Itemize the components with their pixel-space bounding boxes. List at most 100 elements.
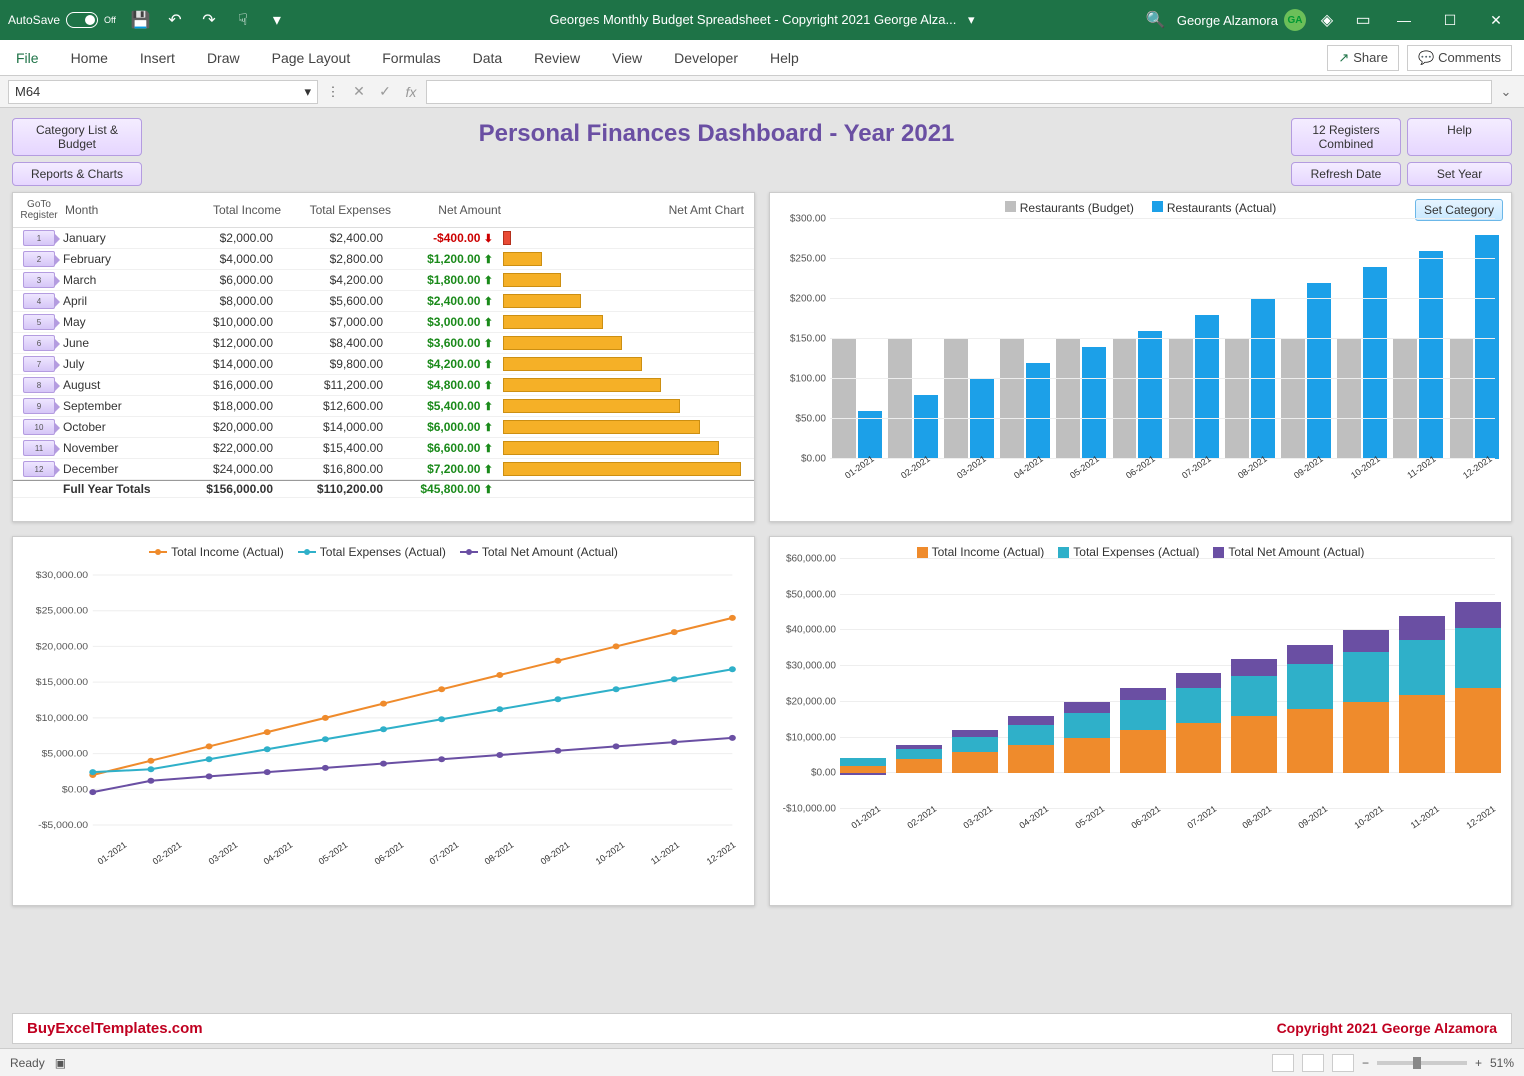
legend-swatch-expenses	[1058, 547, 1069, 558]
month-cell: October	[63, 420, 173, 434]
comments-icon: 💬	[1418, 50, 1434, 66]
fx-icon[interactable]: fx	[400, 84, 422, 100]
svg-text:$30,000.00: $30,000.00	[36, 571, 89, 581]
registers-combined-button[interactable]: 12 Registers Combined	[1291, 118, 1401, 156]
goto-register-button[interactable]: 8	[23, 377, 55, 393]
set-year-button[interactable]: Set Year	[1407, 162, 1512, 186]
goto-register-button[interactable]: 1	[23, 230, 55, 246]
ribbon-display-icon[interactable]: ▭	[1348, 5, 1378, 35]
stacked-bar	[1455, 559, 1501, 809]
tab-data[interactable]: Data	[469, 44, 507, 72]
bar-pair	[830, 339, 883, 459]
minimize-button[interactable]: —	[1384, 0, 1424, 40]
bar-pair	[942, 339, 995, 459]
stacked-bar	[896, 559, 942, 809]
diamond-icon[interactable]: ◈	[1312, 5, 1342, 35]
goto-register-button[interactable]: 10	[23, 419, 55, 435]
table-row: 4 April $8,000.00 $5,600.00 $2,400.00 ⬆	[13, 291, 754, 312]
expand-formula-icon[interactable]: ⌄	[1496, 84, 1516, 100]
tab-draw[interactable]: Draw	[203, 44, 244, 72]
enter-formula-icon[interactable]: ✓	[374, 83, 396, 100]
goto-register-button[interactable]: 7	[23, 356, 55, 372]
goto-register-button[interactable]: 4	[23, 293, 55, 309]
svg-text:$25,000.00: $25,000.00	[36, 606, 89, 616]
expenses-cell: $15,400.00	[283, 441, 393, 455]
redo-icon[interactable]: ↷	[194, 5, 224, 35]
zoom-in-icon[interactable]: +	[1475, 1056, 1482, 1070]
page-layout-view-button[interactable]	[1302, 1054, 1324, 1072]
search-icon[interactable]: 🔍	[1141, 5, 1171, 35]
tab-insert[interactable]: Insert	[136, 44, 179, 72]
formula-input[interactable]	[426, 80, 1492, 104]
month-cell: August	[63, 378, 173, 392]
name-box[interactable]: M64▾	[8, 80, 318, 104]
legend-swatch-actual	[1152, 201, 1163, 212]
goto-register-button[interactable]: 12	[23, 461, 55, 477]
arrow-up-icon: ⬆	[484, 484, 493, 496]
tab-view[interactable]: View	[608, 44, 646, 72]
maximize-button[interactable]: ☐	[1430, 0, 1470, 40]
share-button[interactable]: ↗Share	[1327, 45, 1399, 71]
page-break-view-button[interactable]	[1332, 1054, 1354, 1072]
touch-mode-icon[interactable]: ☟	[228, 5, 258, 35]
tab-review[interactable]: Review	[530, 44, 584, 72]
refresh-date-button[interactable]: Refresh Date	[1291, 162, 1401, 186]
month-cell: September	[63, 399, 173, 413]
expenses-cell: $11,200.00	[283, 378, 393, 392]
status-bar: Ready ▣ − + 51%	[0, 1048, 1524, 1076]
user-avatar-icon[interactable]: GA	[1284, 9, 1306, 31]
goto-register-button[interactable]: 6	[23, 335, 55, 351]
normal-view-button[interactable]	[1272, 1054, 1294, 1072]
income-cell: $6,000.00	[173, 273, 283, 287]
col-month: Month	[63, 199, 173, 221]
tab-developer[interactable]: Developer	[670, 44, 742, 72]
bar-pair	[886, 339, 939, 459]
cancel-formula-icon[interactable]: ✕	[348, 83, 370, 100]
totals-income: $156,000.00	[173, 482, 283, 496]
brand-url: BuyExcelTemplates.com	[27, 1020, 203, 1037]
bar-pair	[1448, 235, 1501, 459]
tab-home[interactable]: Home	[67, 44, 112, 72]
month-cell: November	[63, 441, 173, 455]
category-list-button[interactable]: Category List & Budget	[12, 118, 142, 156]
tab-page-layout[interactable]: Page Layout	[268, 44, 355, 72]
col-chart: Net Amt Chart	[503, 199, 746, 221]
close-button[interactable]: ✕	[1476, 0, 1516, 40]
net-cell: $3,000.00 ⬆	[393, 315, 503, 329]
macro-recorder-icon[interactable]: ▣	[55, 1056, 66, 1070]
autosave-toggle[interactable]: AutoSave Off	[8, 12, 116, 28]
zoom-out-icon[interactable]: −	[1362, 1056, 1369, 1070]
line-chart-panel: Total Income (Actual) Total Expenses (Ac…	[12, 536, 755, 906]
stacked-chart-legend: Total Income (Actual) Total Expenses (Ac…	[780, 545, 1501, 559]
chevron-down-icon: ▾	[304, 84, 311, 100]
goto-register-button[interactable]: 9	[23, 398, 55, 414]
undo-icon[interactable]: ↶	[160, 5, 190, 35]
comments-button[interactable]: 💬Comments	[1407, 45, 1512, 71]
goto-register-button[interactable]: 11	[23, 440, 55, 456]
expenses-cell: $8,400.00	[283, 336, 393, 350]
help-button[interactable]: Help	[1407, 118, 1512, 156]
toggle-icon	[66, 12, 98, 28]
goto-register-button[interactable]: 2	[23, 251, 55, 267]
goto-register-button[interactable]: 3	[23, 272, 55, 288]
tab-formulas[interactable]: Formulas	[378, 44, 444, 72]
month-cell: June	[63, 336, 173, 350]
goto-register-button[interactable]: 5	[23, 314, 55, 330]
zoom-level[interactable]: 51%	[1490, 1056, 1514, 1070]
share-icon: ↗	[1338, 50, 1349, 66]
stacked-bar	[1176, 559, 1222, 809]
table-row: 8 August $16,000.00 $11,200.00 $4,800.00…	[13, 375, 754, 396]
stacked-bar	[952, 559, 998, 809]
arrow-up-icon: ⬆	[484, 254, 493, 266]
tab-help[interactable]: Help	[766, 44, 803, 72]
qat-dropdown-icon[interactable]: ▾	[262, 5, 292, 35]
zoom-slider[interactable]	[1377, 1061, 1467, 1065]
line-chart: -$5,000.00$0.00$5,000.00$10,000.00$15,00…	[23, 565, 744, 845]
stacked-bar	[1120, 559, 1166, 809]
col-expenses: Total Expenses	[283, 199, 393, 221]
row-height-icon[interactable]: ⋮	[322, 84, 344, 100]
save-icon[interactable]: 💾	[126, 5, 156, 35]
tab-file[interactable]: File	[12, 44, 43, 72]
income-cell: $12,000.00	[173, 336, 283, 350]
reports-charts-button[interactable]: Reports & Charts	[12, 162, 142, 186]
